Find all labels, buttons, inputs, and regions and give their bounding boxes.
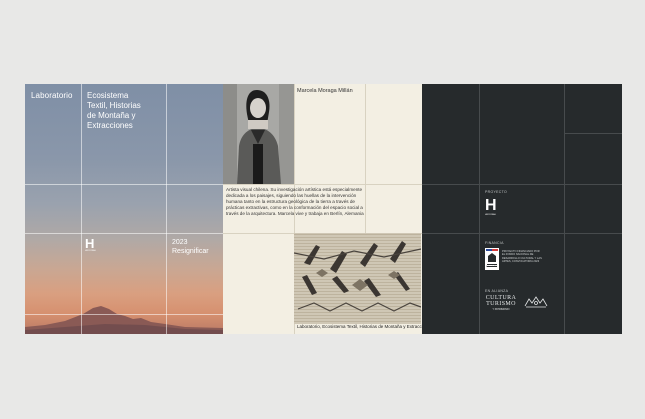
subtitle-label: Resignificar [172, 248, 209, 255]
funding-text: PROYECTO FINANCIADO POR EL FONDO NACIONA… [502, 250, 542, 264]
grid-line [25, 314, 223, 315]
title-line: Extracciones [87, 121, 133, 130]
artist-bio: Artista visual chilena. Su investigación… [226, 187, 364, 217]
dark-panel: PROYECTO H HISTORIAS FINANCIA Gobierno d… [422, 84, 622, 334]
sky-panel: Laboratorio Ecosistema Textil, Historias… [25, 84, 223, 334]
textile-pattern [294, 241, 421, 312]
cultura-logo: CULTURA TURISMO Y PATRIMONIO [485, 295, 517, 311]
portrait-figure [223, 84, 294, 184]
lab-label: Laboratorio [31, 91, 73, 100]
logo-letter: H [85, 236, 95, 251]
title-line: de Montaña y [87, 111, 136, 120]
grid-line [479, 84, 480, 334]
partner-emblem-icon [524, 296, 548, 308]
year-label: 2023 [172, 239, 188, 246]
title-line: Ecosistema [87, 91, 129, 100]
grid-line [422, 184, 622, 185]
grid-line [223, 184, 422, 185]
title-line: Textil, Historias [87, 101, 141, 110]
financia-label: FINANCIA [485, 241, 504, 245]
grid-line [25, 233, 223, 234]
grid-line [564, 133, 622, 134]
historias-logo: H HISTORIAS [485, 198, 499, 218]
gobierno-logo: Gobierno de Chile [485, 248, 499, 270]
alianza-label: EN ALIANZA [485, 289, 509, 293]
grid-line [81, 84, 82, 334]
logo-letter: H [485, 197, 497, 214]
cream-panel: Marcela Moraga Millán Artista visual chi… [223, 84, 432, 334]
gob-text: Gobierno de Chile [486, 267, 498, 268]
proyecto-label: PROYECTO [485, 190, 507, 194]
image-caption: Laboratorio, Ecosistema Textil, Historia… [297, 324, 433, 329]
patrimonio-text: Y PATRIMONIO [492, 308, 510, 311]
artist-name: Marcela Moraga Millán [297, 88, 353, 94]
logo-small-text: HISTORIAS [485, 214, 496, 216]
grid-line [422, 233, 622, 234]
project-title: Ecosistema Textil, Historias de Montaña … [87, 91, 177, 131]
historias-logo: H HISTORIAS [85, 237, 99, 255]
turismo-text: TURISMO [486, 301, 516, 307]
logo-small-text: HISTORIAS [85, 250, 96, 252]
poster-board: Laboratorio Ecosistema Textil, Historias… [25, 84, 622, 334]
artist-portrait [223, 84, 294, 184]
grid-line [564, 84, 565, 334]
grid-line [25, 184, 223, 185]
textile-image [294, 233, 421, 324]
